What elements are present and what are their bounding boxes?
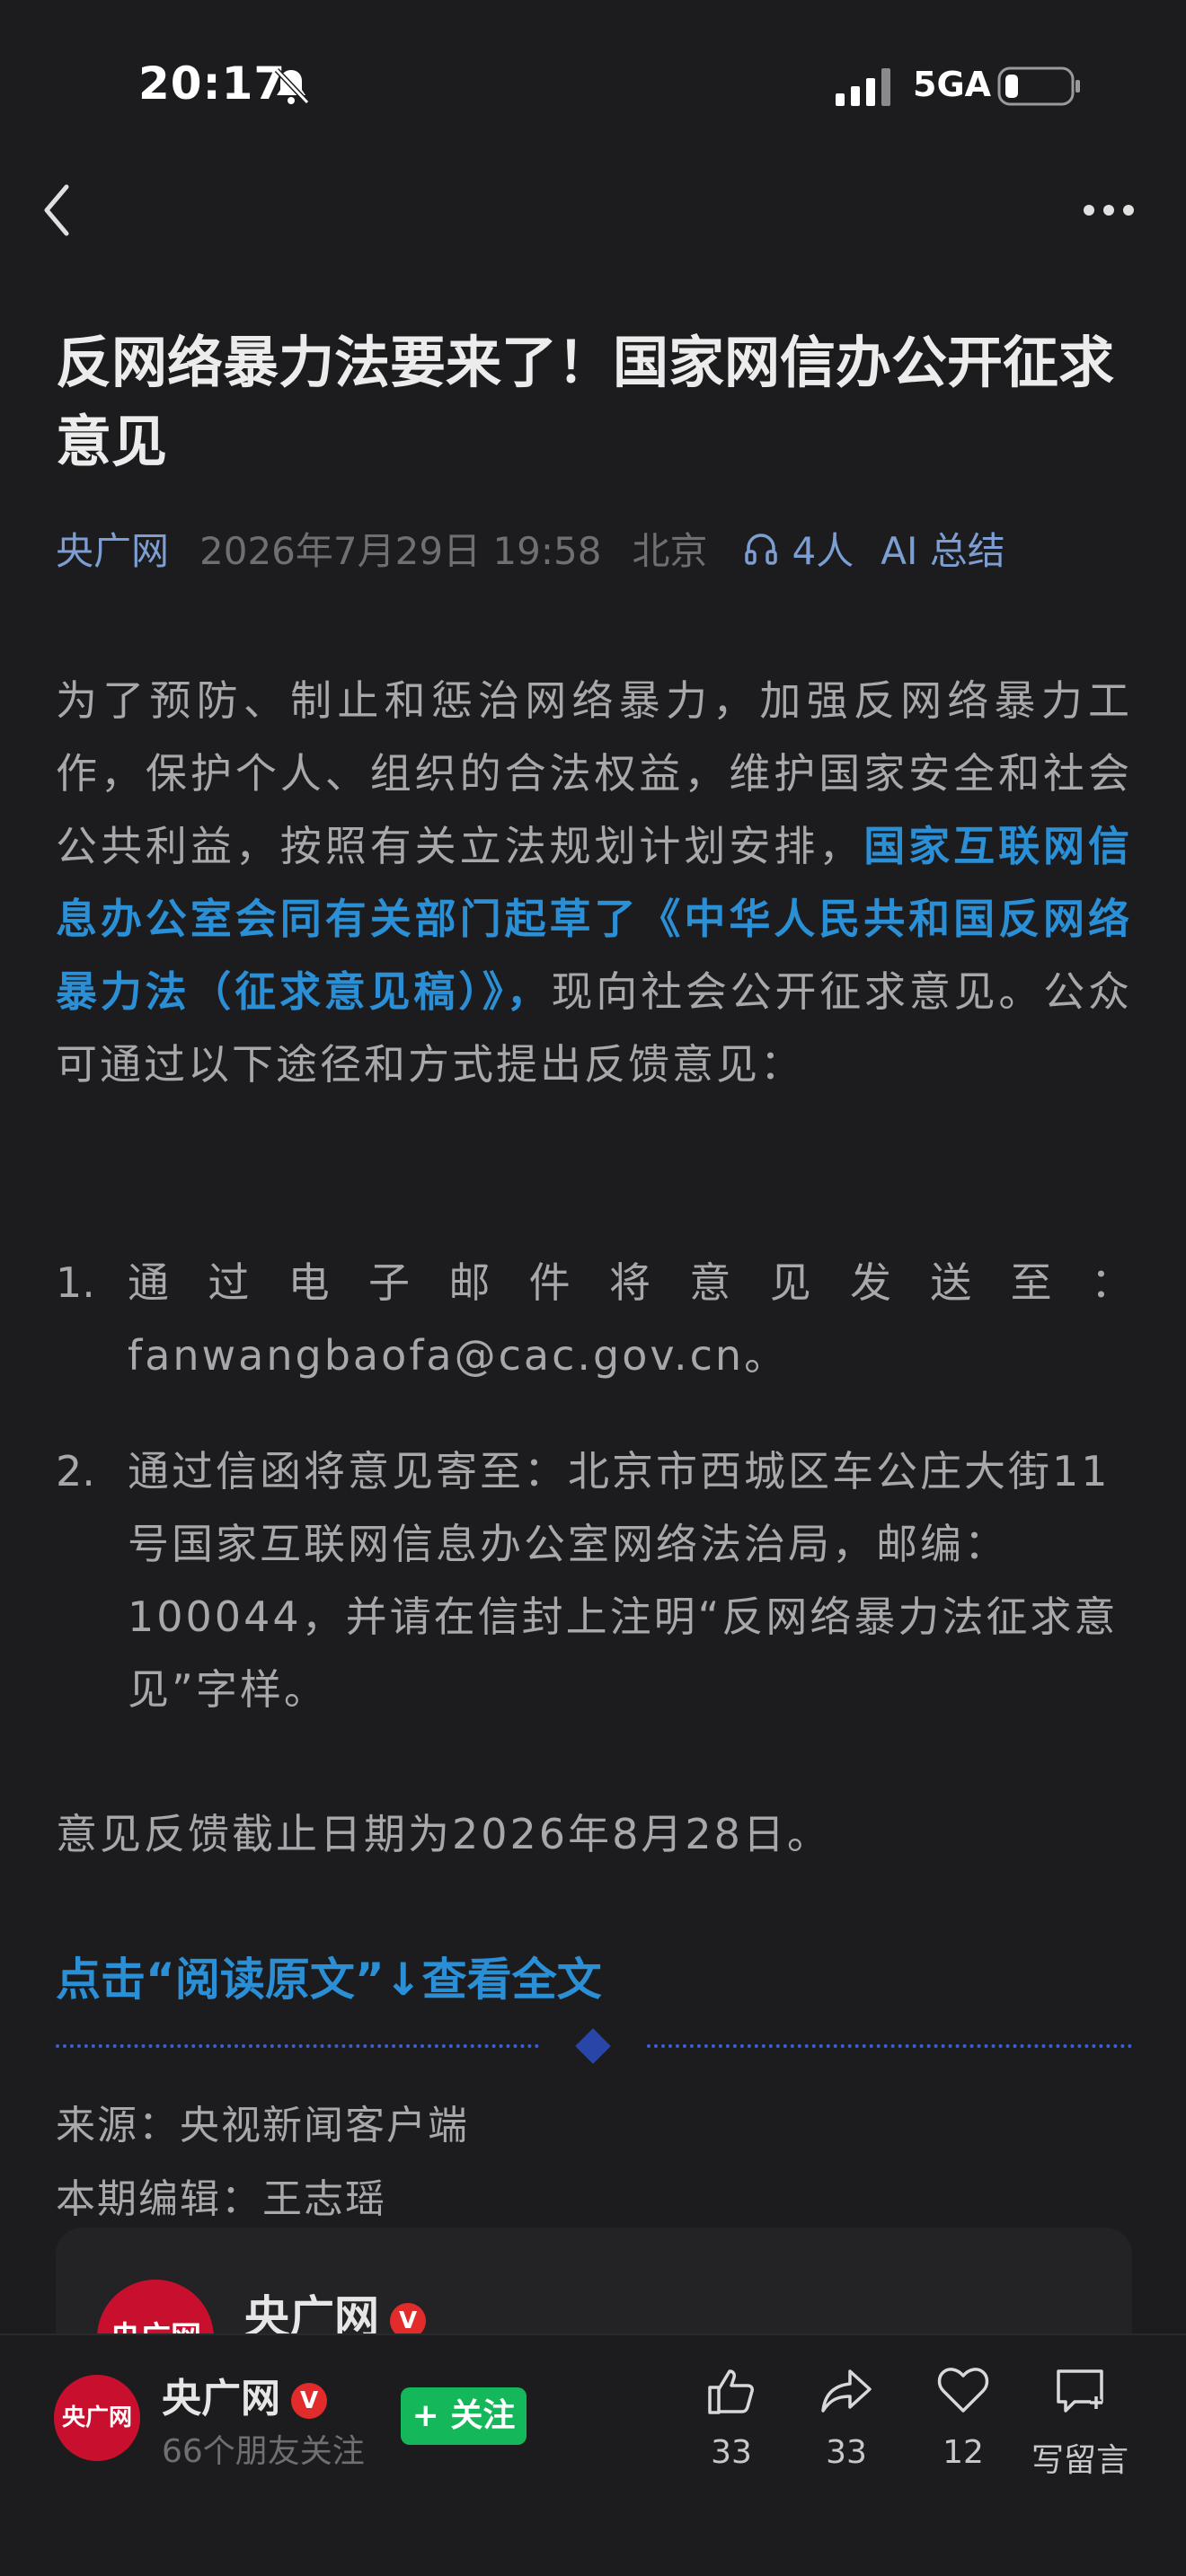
char: ： <box>1090 1258 1132 1307</box>
comment-button[interactable]: 写留言 <box>1026 2362 1134 2481</box>
share-button[interactable]: 33 <box>792 2362 900 2471</box>
signal-icon <box>836 68 890 106</box>
char: 邮 <box>448 1258 491 1307</box>
ai-summary-button[interactable]: AI 总结 <box>881 521 1005 576</box>
status-time: 20:17 <box>138 57 287 110</box>
list-item: 1. 通 过 电 子 邮 件 将 意 见 发 送 至 ： fanwangbaof… <box>56 1247 1132 1399</box>
source-credit: 来源：央视新闻客户端 <box>56 2103 469 2148</box>
follow-button[interactable]: + 关注 <box>401 2387 527 2445</box>
publish-location: 北京 <box>632 528 708 573</box>
publish-date: 2026年7月29日 19:58 <box>199 528 602 573</box>
divider-diamond <box>575 2028 611 2064</box>
char: 电 <box>288 1258 330 1307</box>
share-icon <box>821 2369 872 2413</box>
intro-paragraph: 为了预防、制止和惩治网络暴力，加强反网络暴力工作，保护个人、组织的合法权益，维护… <box>56 665 1132 1101</box>
bottom-bar: 央广网 央广网 V 66个朋友关注 + 关注 33 33 12 写留言 <box>0 2333 1186 2576</box>
list-number: 2. <box>56 1447 95 1495</box>
silent-bell-icon <box>274 67 310 105</box>
listener-count: 4人 <box>792 528 854 573</box>
favorite-button[interactable]: 12 <box>909 2362 1017 2471</box>
more-icon[interactable] <box>1082 203 1136 217</box>
divider <box>647 2044 1132 2048</box>
back-icon[interactable] <box>40 181 75 239</box>
headphones-icon <box>745 534 778 565</box>
battery-icon <box>997 66 1080 106</box>
status-bar: 20:17 5GA <box>0 0 1186 135</box>
char: 子 <box>367 1258 410 1307</box>
char: 见 <box>769 1258 811 1307</box>
char: 件 <box>528 1258 571 1307</box>
comment-icon <box>1057 2369 1103 2413</box>
thumbs-up-icon <box>708 2369 754 2414</box>
char: 发 <box>849 1258 891 1307</box>
list-text: 通 过 电 子 邮 件 将 意 见 发 送 至 ： fanwangbaofa@c… <box>128 1247 1132 1392</box>
list-item: 2. 通过信函将意见寄至：北京市西城区车公庄大街11号国家互联网信息办公室网络法… <box>56 1435 1132 1732</box>
char: 将 <box>608 1258 651 1307</box>
friends-following: 66个朋友关注 <box>162 2433 365 2470</box>
char: 送 <box>930 1258 972 1307</box>
article-meta: 央广网 2026年7月29日 19:58 北京 4人 AI 总结 <box>56 521 1005 575</box>
read-original-link[interactable]: 点击“阅读原文”↓查看全文 <box>56 1944 602 2008</box>
publisher-name[interactable]: 央广网 V <box>162 2366 327 2423</box>
email-address: fanwangbaofa@cac.gov.cn。 <box>128 1331 789 1380</box>
verified-badge: V <box>291 2383 327 2419</box>
email-instruction: 通 过 电 子 邮 件 将 意 见 发 送 至 ： <box>128 1247 1132 1319</box>
char: 意 <box>689 1258 731 1307</box>
source-link[interactable]: 央广网 <box>56 521 169 576</box>
publisher-name-text: 央广网 <box>162 2376 280 2422</box>
listen-button[interactable]: 4人 <box>743 521 854 576</box>
list-number: 1. <box>56 1258 95 1307</box>
like-button[interactable]: 33 <box>677 2362 785 2471</box>
deadline-paragraph: 意见反馈截止日期为2026年8月28日。 <box>56 1810 831 1858</box>
heart-icon <box>937 2368 989 2413</box>
network-type: 5GA <box>913 65 992 104</box>
editor-credit: 本期编辑：王志瑶 <box>56 2176 386 2222</box>
list-text: 通过信函将意见寄至：北京市西城区车公庄大街11号国家互联网信息办公室网络法治局，… <box>128 1447 1119 1714</box>
divider <box>56 2044 539 2048</box>
avatar[interactable]: 央广网 <box>54 2375 140 2461</box>
favorite-count: 12 <box>943 2434 984 2471</box>
article-title: 反网络暴力法要来了！国家网信办公开征求意见 <box>56 330 1115 474</box>
comment-label: 写留言 <box>1031 2442 1128 2479</box>
share-count: 33 <box>826 2434 867 2471</box>
char: 通 <box>128 1258 169 1307</box>
char: 过 <box>208 1258 250 1307</box>
char: 至 <box>1010 1258 1052 1307</box>
like-count: 33 <box>711 2434 752 2471</box>
